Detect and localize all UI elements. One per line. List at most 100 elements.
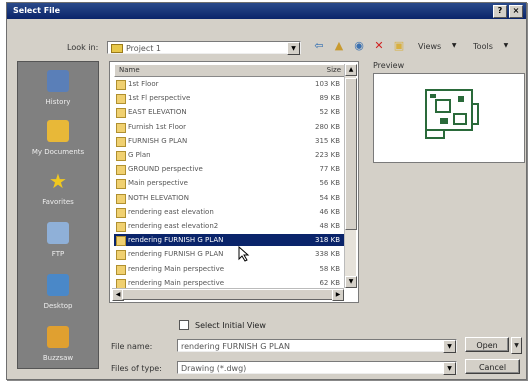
places-item-ftp[interactable]: FTP — [18, 222, 98, 258]
file-row[interactable]: rendering east elevation 46 KB — [114, 206, 344, 218]
file-name-cell: Furnish 1st Floor — [128, 122, 187, 131]
places-item-label: History — [45, 98, 71, 106]
up-folder-icon[interactable]: ▲ — [332, 39, 346, 53]
file-row[interactable]: 1st Floor 103 KB — [114, 78, 344, 90]
file-row[interactable]: EAST ELEVATION 52 KB — [114, 106, 344, 119]
open-options-arrow-icon[interactable]: ▼ — [511, 337, 522, 354]
help-button[interactable]: ? — [493, 5, 507, 18]
views-menu[interactable]: Views — [418, 42, 441, 51]
horizontal-scrollbar[interactable]: ◀ ▶ — [112, 288, 344, 301]
file-row[interactable]: Furnish 1st Floor 280 KB — [114, 121, 344, 133]
select-initial-view-option[interactable]: Select Initial View — [179, 320, 266, 330]
scrollbar-thumb[interactable] — [122, 289, 334, 300]
preview-pane — [373, 73, 525, 163]
create-new-folder-icon[interactable]: ▣ — [392, 39, 406, 53]
places-item-label: Buzzsaw — [42, 354, 74, 362]
file-name-cell: 1st Fl perspective — [128, 94, 191, 103]
file-type-dropdown[interactable]: Drawing (*.dwg) ▼ — [177, 361, 457, 375]
file-row[interactable]: rendering FURNISH G PLAN 338 KB — [114, 248, 344, 261]
file-name-field[interactable]: rendering FURNISH G PLAN ▼ — [177, 339, 457, 353]
column-header-name[interactable]: Name — [119, 65, 140, 76]
file-row[interactable]: rendering FURNISH G PLAN 318 KB — [114, 234, 344, 247]
places-sidebar: History My Documents ★ Favorites FTP Des… — [17, 61, 99, 369]
file-row[interactable]: GROUND perspective 77 KB — [114, 163, 344, 176]
places-item-buzzsaw[interactable]: Buzzsaw — [18, 326, 98, 362]
mouse-cursor-icon — [238, 246, 250, 262]
file-name-label: File name: — [111, 342, 153, 351]
vertical-scrollbar[interactable]: ▲ ▼ — [344, 64, 357, 288]
places-item-my-documents[interactable]: My Documents — [18, 120, 98, 156]
file-name-cell: G Plan — [128, 151, 151, 159]
tools-dropdown-icon[interactable]: ▼ — [499, 39, 513, 53]
places-item-label: FTP — [51, 250, 65, 258]
file-size-cell: 46 KB — [319, 207, 340, 216]
file-list[interactable]: Name Size 1st Floor 103 KB 1st Fl perspect… — [109, 61, 359, 303]
file-name-cell: Main perspective — [128, 179, 188, 188]
file-name-cell: rendering east elevation2 — [128, 222, 219, 230]
drawing-file-icon — [116, 236, 126, 247]
file-size-cell: 56 KB — [319, 179, 340, 188]
file-name-cell: NOTH ELEVATION — [128, 193, 189, 202]
back-icon[interactable]: ⇦ — [312, 39, 326, 53]
drawing-file-icon — [116, 80, 126, 90]
scroll-up-icon[interactable]: ▲ — [345, 64, 357, 76]
drawing-file-icon — [116, 136, 126, 147]
file-name-cell: rendering Main perspective — [128, 264, 225, 273]
file-size-cell: 318 KB — [315, 236, 340, 245]
column-header-size[interactable]: Size — [327, 65, 341, 76]
cancel-button[interactable]: Cancel — [465, 359, 520, 374]
desktop-icon — [47, 274, 69, 296]
file-row[interactable]: rendering east elevation2 48 KB — [114, 220, 344, 232]
file-list-header: Name Size — [114, 64, 346, 77]
file-row[interactable]: Main perspective 56 KB — [114, 177, 344, 190]
look-in-dropdown[interactable]: Project 1 ▼ — [107, 41, 301, 55]
file-size-cell: 54 KB — [319, 193, 340, 202]
chevron-down-icon[interactable]: ▼ — [443, 340, 456, 353]
close-button[interactable]: × — [509, 5, 523, 18]
scrollbar-thumb[interactable] — [345, 78, 357, 230]
file-size-cell: 315 KB — [315, 136, 340, 145]
scroll-right-icon[interactable]: ▶ — [332, 289, 344, 301]
drawing-preview-thumbnail — [425, 89, 479, 139]
file-name-cell: rendering FURNISH G PLAN — [128, 236, 224, 245]
file-name-cell: rendering Main perspective — [128, 278, 225, 287]
chevron-down-icon[interactable]: ▼ — [443, 362, 456, 375]
drawing-file-icon — [116, 122, 126, 133]
file-row[interactable]: 1st Fl perspective 89 KB — [114, 92, 344, 105]
places-item-desktop[interactable]: Desktop — [18, 274, 98, 310]
file-size-cell: 77 KB — [319, 165, 340, 174]
drawing-file-icon — [116, 193, 126, 204]
file-name-cell: GROUND perspective — [128, 165, 203, 174]
file-row[interactable]: G Plan 223 KB — [114, 149, 344, 161]
file-name-cell: FURNISH G PLAN — [128, 136, 188, 145]
places-item-favorites[interactable]: ★ Favorites — [18, 170, 98, 206]
file-size-cell: 223 KB — [315, 151, 340, 159]
drawing-file-icon — [116, 151, 126, 161]
file-row[interactable]: rendering Main perspective 58 KB — [114, 263, 344, 275]
tools-menu[interactable]: Tools — [473, 42, 493, 51]
places-item-history[interactable]: History — [18, 70, 98, 106]
places-item-label: Favorites — [42, 198, 74, 206]
select-file-dialog: Select File ? × Look in: Project 1 ▼ ⇦ ▲… — [6, 2, 527, 380]
file-row[interactable]: NOTH ELEVATION 54 KB — [114, 192, 344, 204]
drawing-file-icon — [116, 165, 126, 176]
delete-icon[interactable]: ✕ — [372, 39, 386, 53]
file-row[interactable]: rendering Main perspective 62 KB — [114, 277, 344, 289]
file-name-cell: rendering east elevation — [128, 207, 214, 216]
scroll-down-icon[interactable]: ▼ — [345, 276, 357, 288]
select-initial-view-checkbox[interactable] — [179, 320, 189, 330]
search-web-icon[interactable]: ◉ — [352, 39, 366, 53]
chevron-down-icon[interactable]: ▼ — [287, 42, 300, 55]
file-name-cell: 1st Floor — [128, 80, 159, 88]
look-in-value: Project 1 — [126, 44, 162, 53]
views-dropdown-icon[interactable]: ▼ — [447, 39, 461, 53]
file-row[interactable]: FURNISH G PLAN 315 KB — [114, 135, 344, 147]
file-size-cell: 338 KB — [315, 250, 340, 259]
drawing-file-icon — [116, 222, 126, 232]
open-button[interactable]: Open — [465, 337, 509, 352]
favorites-star-icon: ★ — [49, 169, 67, 193]
drawing-file-icon — [116, 108, 126, 119]
file-size-cell: 58 KB — [319, 264, 340, 273]
look-in-label: Look in: — [67, 43, 99, 52]
drawing-file-icon — [116, 250, 126, 261]
